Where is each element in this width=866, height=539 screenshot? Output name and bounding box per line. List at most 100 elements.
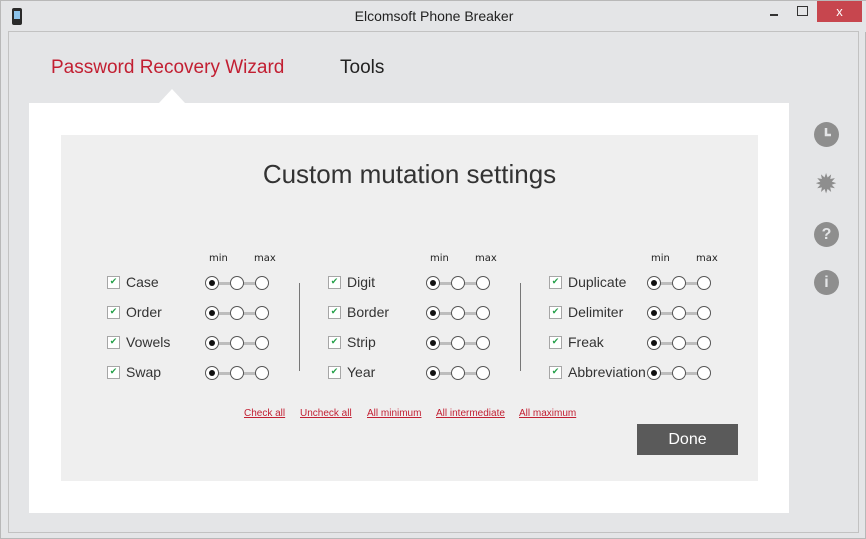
level-radio-max[interactable]	[697, 336, 711, 350]
max-label: max	[254, 253, 276, 264]
tab-password-recovery-wizard[interactable]: Password Recovery Wizard	[51, 57, 284, 79]
level-selector	[205, 335, 269, 351]
level-selector	[647, 305, 711, 321]
close-button[interactable]: x	[817, 1, 862, 22]
all-intermediate-link[interactable]: All intermediate	[436, 408, 505, 419]
mutation-checkbox[interactable]: ✔	[549, 336, 562, 349]
mutation-row: ✔ Duplicate	[549, 274, 769, 294]
max-label: max	[475, 253, 497, 264]
level-radio-min[interactable]	[647, 306, 661, 320]
level-radio-intermediate[interactable]	[451, 276, 465, 290]
level-radio-max[interactable]	[255, 336, 269, 350]
level-selector	[647, 335, 711, 351]
mutation-checkbox[interactable]: ✔	[328, 306, 341, 319]
mutation-checkbox[interactable]: ✔	[107, 276, 120, 289]
mutation-checkbox[interactable]: ✔	[549, 306, 562, 319]
title-bar: Elcomsoft Phone Breaker x	[1, 1, 866, 32]
mutation-row: ✔ Year	[328, 364, 548, 384]
mutation-label: Freak	[568, 334, 604, 350]
level-radio-intermediate[interactable]	[672, 366, 686, 380]
mutation-row: ✔ Case	[107, 274, 327, 294]
level-radio-max[interactable]	[255, 276, 269, 290]
group-separator	[299, 283, 300, 371]
mutation-checkbox[interactable]: ✔	[549, 366, 562, 379]
level-radio-min[interactable]	[205, 336, 219, 350]
mutation-checkbox[interactable]: ✔	[107, 366, 120, 379]
mutation-checkbox[interactable]: ✔	[328, 366, 341, 379]
level-radio-max[interactable]	[476, 306, 490, 320]
info-icon[interactable]: i	[814, 270, 839, 295]
check-all-link[interactable]: Check all	[244, 408, 285, 419]
level-radio-min[interactable]	[426, 306, 440, 320]
mutation-checkbox[interactable]: ✔	[549, 276, 562, 289]
mutation-row: ✔ Swap	[107, 364, 327, 384]
all-minimum-link[interactable]: All minimum	[367, 408, 421, 419]
max-label: max	[696, 253, 718, 264]
level-radio-min[interactable]	[426, 336, 440, 350]
mutation-row: ✔ Abbreviation	[549, 364, 769, 384]
level-selector	[426, 305, 490, 321]
level-radio-max[interactable]	[476, 276, 490, 290]
min-label: min	[430, 253, 449, 264]
level-radio-intermediate[interactable]	[672, 336, 686, 350]
mutation-label: Border	[347, 304, 390, 320]
level-selector	[205, 275, 269, 291]
help-icon[interactable]: ?	[814, 222, 839, 247]
level-selector	[426, 275, 490, 291]
group-separator	[520, 283, 521, 371]
mutation-checkbox[interactable]: ✔	[107, 306, 120, 319]
level-radio-max[interactable]	[255, 366, 269, 380]
level-radio-intermediate[interactable]	[451, 366, 465, 380]
minimize-button[interactable]	[761, 1, 787, 22]
level-selector	[205, 305, 269, 321]
tab-tools[interactable]: Tools	[340, 57, 384, 79]
level-radio-intermediate[interactable]	[230, 306, 244, 320]
level-radio-min[interactable]	[205, 306, 219, 320]
level-radio-intermediate[interactable]	[672, 276, 686, 290]
level-radio-intermediate[interactable]	[672, 306, 686, 320]
level-radio-min[interactable]	[426, 276, 440, 290]
level-radio-max[interactable]	[697, 276, 711, 290]
level-radio-max[interactable]	[697, 366, 711, 380]
mutation-label: Swap	[126, 364, 162, 380]
mutation-label: Case	[126, 274, 159, 290]
mutation-row: ✔ Digit	[328, 274, 548, 294]
level-radio-min[interactable]	[647, 366, 661, 380]
mutation-checkbox[interactable]: ✔	[328, 276, 341, 289]
settings-icon[interactable]: ✹	[813, 171, 839, 198]
level-radio-intermediate[interactable]	[230, 366, 244, 380]
level-radio-min[interactable]	[205, 366, 219, 380]
level-radio-intermediate[interactable]	[451, 306, 465, 320]
maximize-button[interactable]	[789, 1, 815, 22]
level-selector	[205, 365, 269, 381]
mutation-row: ✔ Delimiter	[549, 304, 769, 324]
level-radio-intermediate[interactable]	[451, 336, 465, 350]
level-radio-min[interactable]	[205, 276, 219, 290]
level-radio-max[interactable]	[255, 306, 269, 320]
level-radio-min[interactable]	[647, 336, 661, 350]
min-label: min	[209, 253, 228, 264]
level-radio-max[interactable]	[476, 366, 490, 380]
mutation-row: ✔ Vowels	[107, 334, 327, 354]
mutation-checkbox[interactable]: ✔	[107, 336, 120, 349]
history-icon[interactable]	[814, 122, 839, 147]
level-radio-intermediate[interactable]	[230, 276, 244, 290]
level-radio-min[interactable]	[647, 276, 661, 290]
dialog-title: Custom mutation settings	[262, 159, 557, 189]
level-selector	[426, 335, 490, 351]
level-radio-intermediate[interactable]	[230, 336, 244, 350]
uncheck-all-link[interactable]: Uncheck all	[300, 408, 352, 419]
active-tab-indicator	[159, 89, 185, 103]
done-button[interactable]: Done	[637, 424, 738, 455]
mutation-label: Abbreviation	[568, 364, 646, 380]
level-selector	[647, 275, 711, 291]
level-selector	[647, 365, 711, 381]
all-maximum-link[interactable]: All maximum	[519, 408, 576, 419]
level-radio-max[interactable]	[697, 306, 711, 320]
level-radio-max[interactable]	[476, 336, 490, 350]
level-radio-min[interactable]	[426, 366, 440, 380]
mutation-label: Duplicate	[568, 274, 627, 290]
mutation-row: ✔ Order	[107, 304, 327, 324]
min-label: min	[651, 253, 670, 264]
mutation-checkbox[interactable]: ✔	[328, 336, 341, 349]
